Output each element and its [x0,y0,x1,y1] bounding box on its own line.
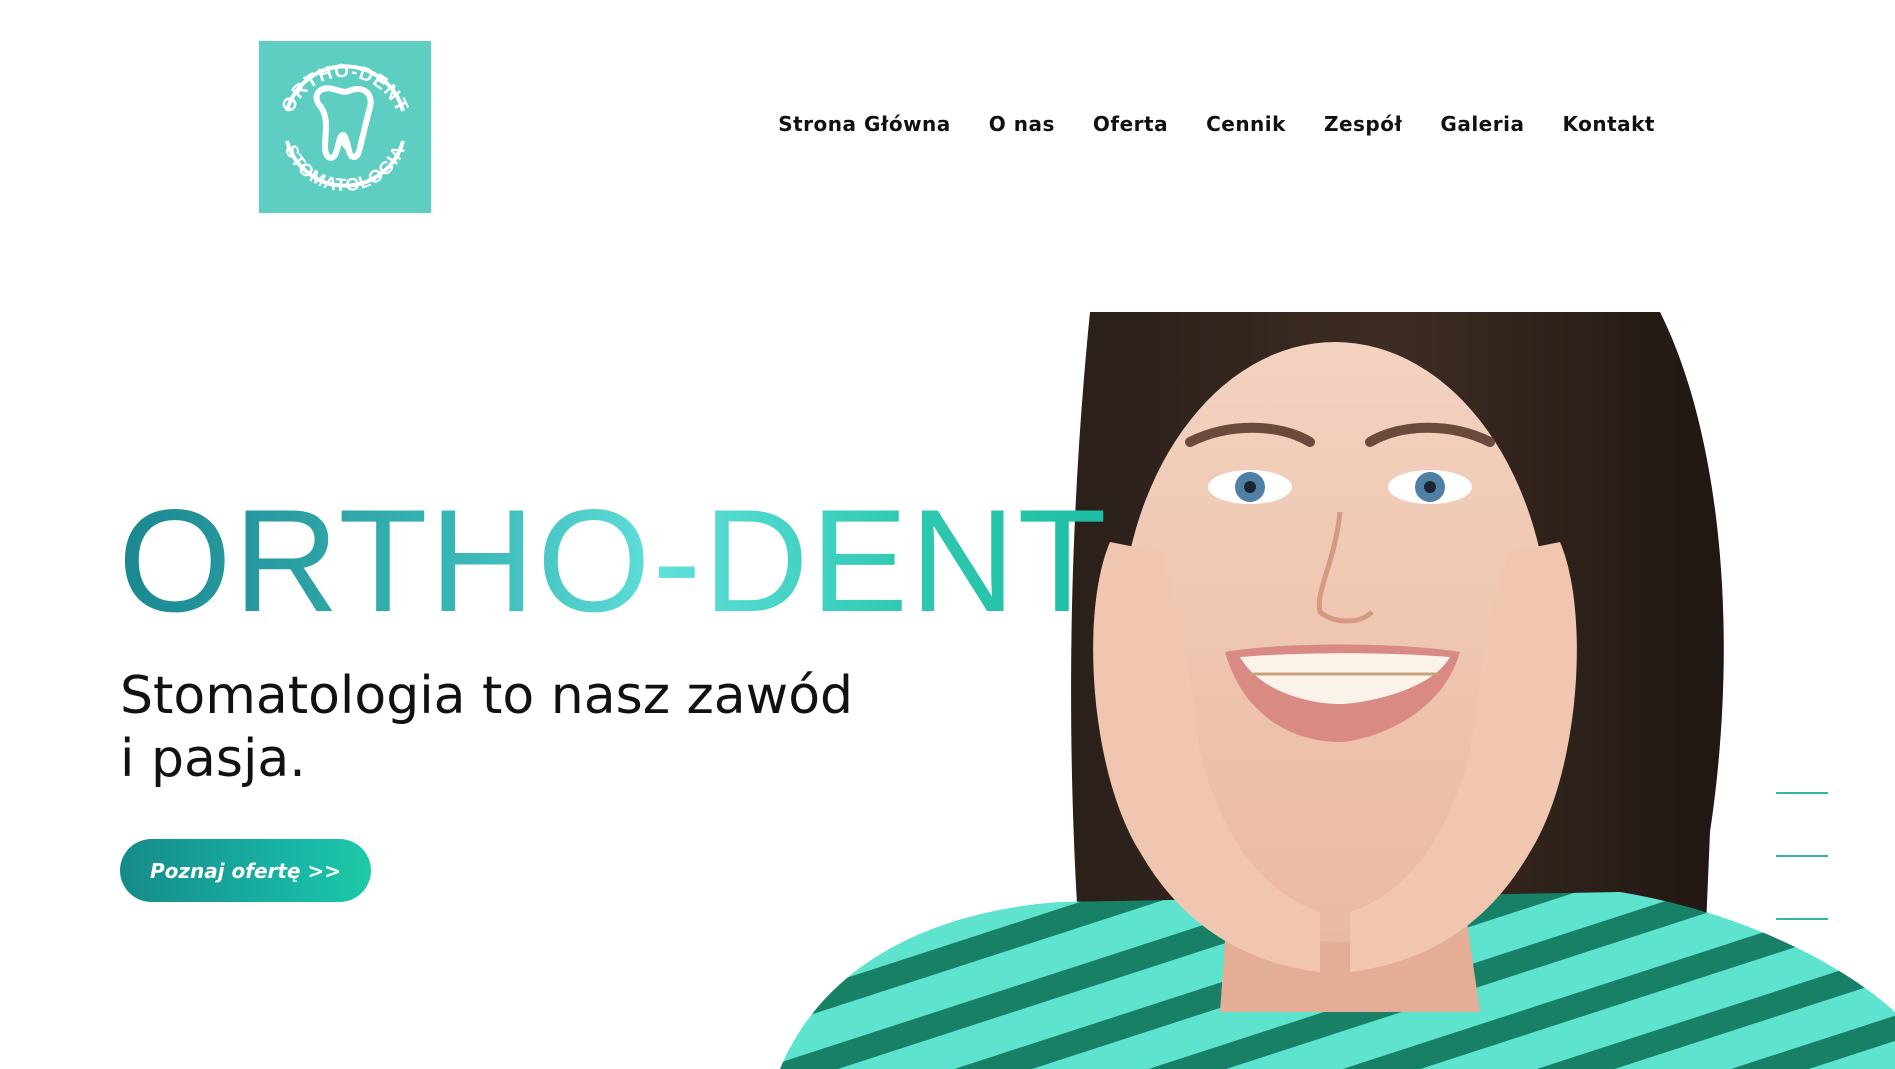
slider-indicator[interactable] [1776,918,1828,920]
hero-photo [760,312,1895,1069]
nav-item-contact[interactable]: Kontakt [1562,112,1655,136]
hero-title: ORTHO-DENT [118,479,1109,642]
logo[interactable]: ORTHO-DENT STOMATOLOGIA [259,41,431,213]
tooth-logo-icon: ORTHO-DENT STOMATOLOGIA [259,41,431,213]
slider-indicators [1776,792,1828,981]
slider-indicator[interactable] [1776,792,1828,794]
nav-item-team[interactable]: Zespół [1324,112,1402,136]
nav-item-offer[interactable]: Oferta [1093,112,1168,136]
nav-item-pricing[interactable]: Cennik [1206,112,1286,136]
nav-item-gallery[interactable]: Galeria [1440,112,1524,136]
offer-button[interactable]: Poznaj ofertę >> [120,839,371,902]
hero-subtitle: Stomatologia to nasz zawód i pasja. [120,666,854,789]
slider-indicator[interactable] [1776,855,1828,857]
main-nav: Strona Główna O nas Oferta Cennik Zespół… [778,112,1655,136]
nav-item-home[interactable]: Strona Główna [778,112,951,136]
nav-item-about[interactable]: O nas [989,112,1055,136]
